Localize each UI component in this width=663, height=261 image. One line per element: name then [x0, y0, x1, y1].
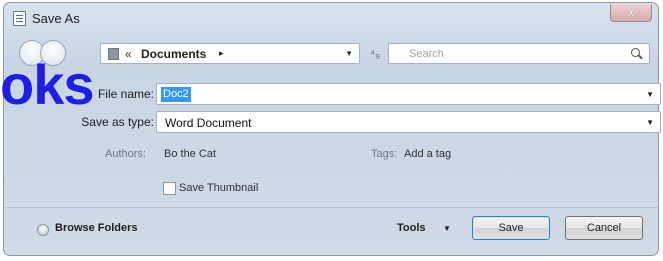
- chevron-expand-icon[interactable]: [37, 224, 49, 236]
- save-as-type-dropdown-icon[interactable]: ▼: [646, 118, 654, 127]
- footer-divider: [4, 207, 658, 208]
- breadcrumb-documents[interactable]: Documents: [141, 47, 206, 61]
- save-as-dialog: Save As x « Documents ▸ ▼ ⁴₉ Search File…: [3, 2, 661, 256]
- save-as-type-select[interactable]: Word Document ▼: [156, 111, 661, 133]
- authors-value[interactable]: Bo the Cat: [164, 148, 216, 160]
- tools-menu[interactable]: Tools: [397, 222, 426, 234]
- address-dropdown-icon[interactable]: ▼: [345, 49, 353, 58]
- save-thumbnail-label[interactable]: Save Thumbnail: [179, 182, 258, 194]
- save-as-type-value: Word Document: [165, 116, 252, 130]
- tools-dropdown-icon[interactable]: ▼: [443, 224, 451, 233]
- search-input[interactable]: Search: [388, 43, 650, 64]
- file-name-label: File name:: [97, 87, 154, 101]
- breadcrumb-arrow-icon[interactable]: ▸: [219, 48, 224, 59]
- save-thumbnail-checkbox[interactable]: [163, 182, 176, 195]
- file-name-dropdown-icon[interactable]: ▼: [646, 90, 654, 99]
- title-bar: Save As x: [4, 3, 658, 31]
- authors-label: Authors:: [105, 148, 146, 160]
- document-icon: [13, 11, 26, 26]
- save-as-type-label: Save as type:: [81, 115, 154, 129]
- tags-label: Tags:: [371, 148, 398, 160]
- close-button[interactable]: x: [610, 4, 652, 22]
- dialog-title: Save As: [32, 11, 80, 26]
- address-bar[interactable]: « Documents ▸ ▼: [100, 43, 360, 64]
- search-placeholder: Search: [409, 48, 444, 60]
- cancel-button[interactable]: Cancel: [565, 216, 643, 240]
- tags-value[interactable]: Add a tag: [404, 148, 451, 160]
- refresh-button[interactable]: ⁴₉: [365, 44, 385, 64]
- save-button[interactable]: Save: [472, 216, 550, 240]
- search-icon: [631, 48, 640, 57]
- folder-icon: [108, 48, 119, 60]
- file-name-field[interactable]: Doc2 ▼: [156, 83, 661, 105]
- forward-button[interactable]: [40, 40, 66, 66]
- browse-folders-toggle[interactable]: Browse Folders: [55, 222, 138, 234]
- breadcrumb-separator[interactable]: «: [125, 47, 132, 61]
- file-name-value[interactable]: Doc2: [161, 87, 191, 102]
